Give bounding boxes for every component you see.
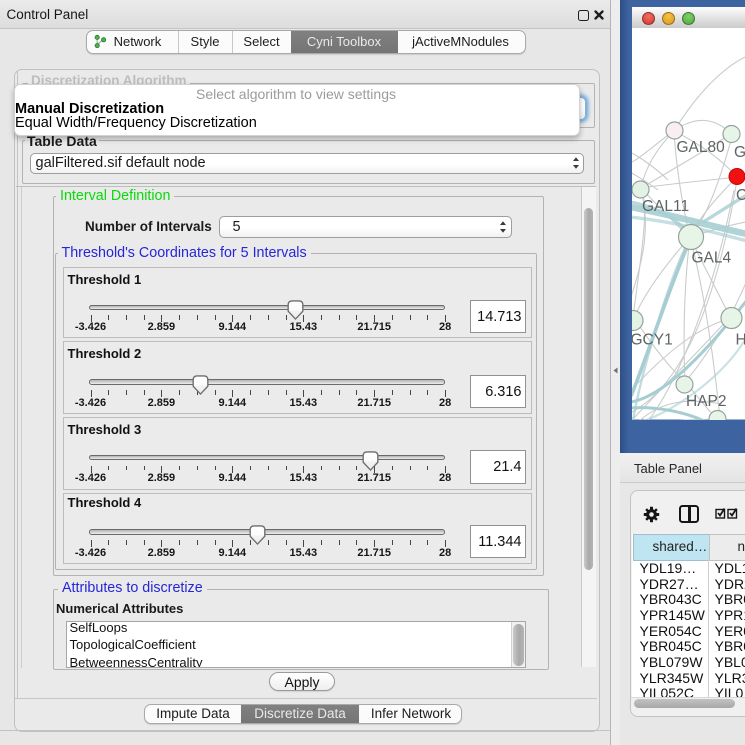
- svg-text:GAL11: GAL11: [642, 198, 689, 215]
- svg-text:GAL4: GAL4: [692, 250, 732, 267]
- svg-text:HAP2: HAP2: [686, 393, 727, 410]
- svg-text:C: C: [736, 187, 745, 204]
- svg-text:G.: G.: [734, 144, 745, 161]
- svg-text:H: H: [736, 332, 745, 349]
- svg-text:GCY1: GCY1: [632, 332, 673, 349]
- svg-text:GAL80: GAL80: [677, 139, 726, 156]
